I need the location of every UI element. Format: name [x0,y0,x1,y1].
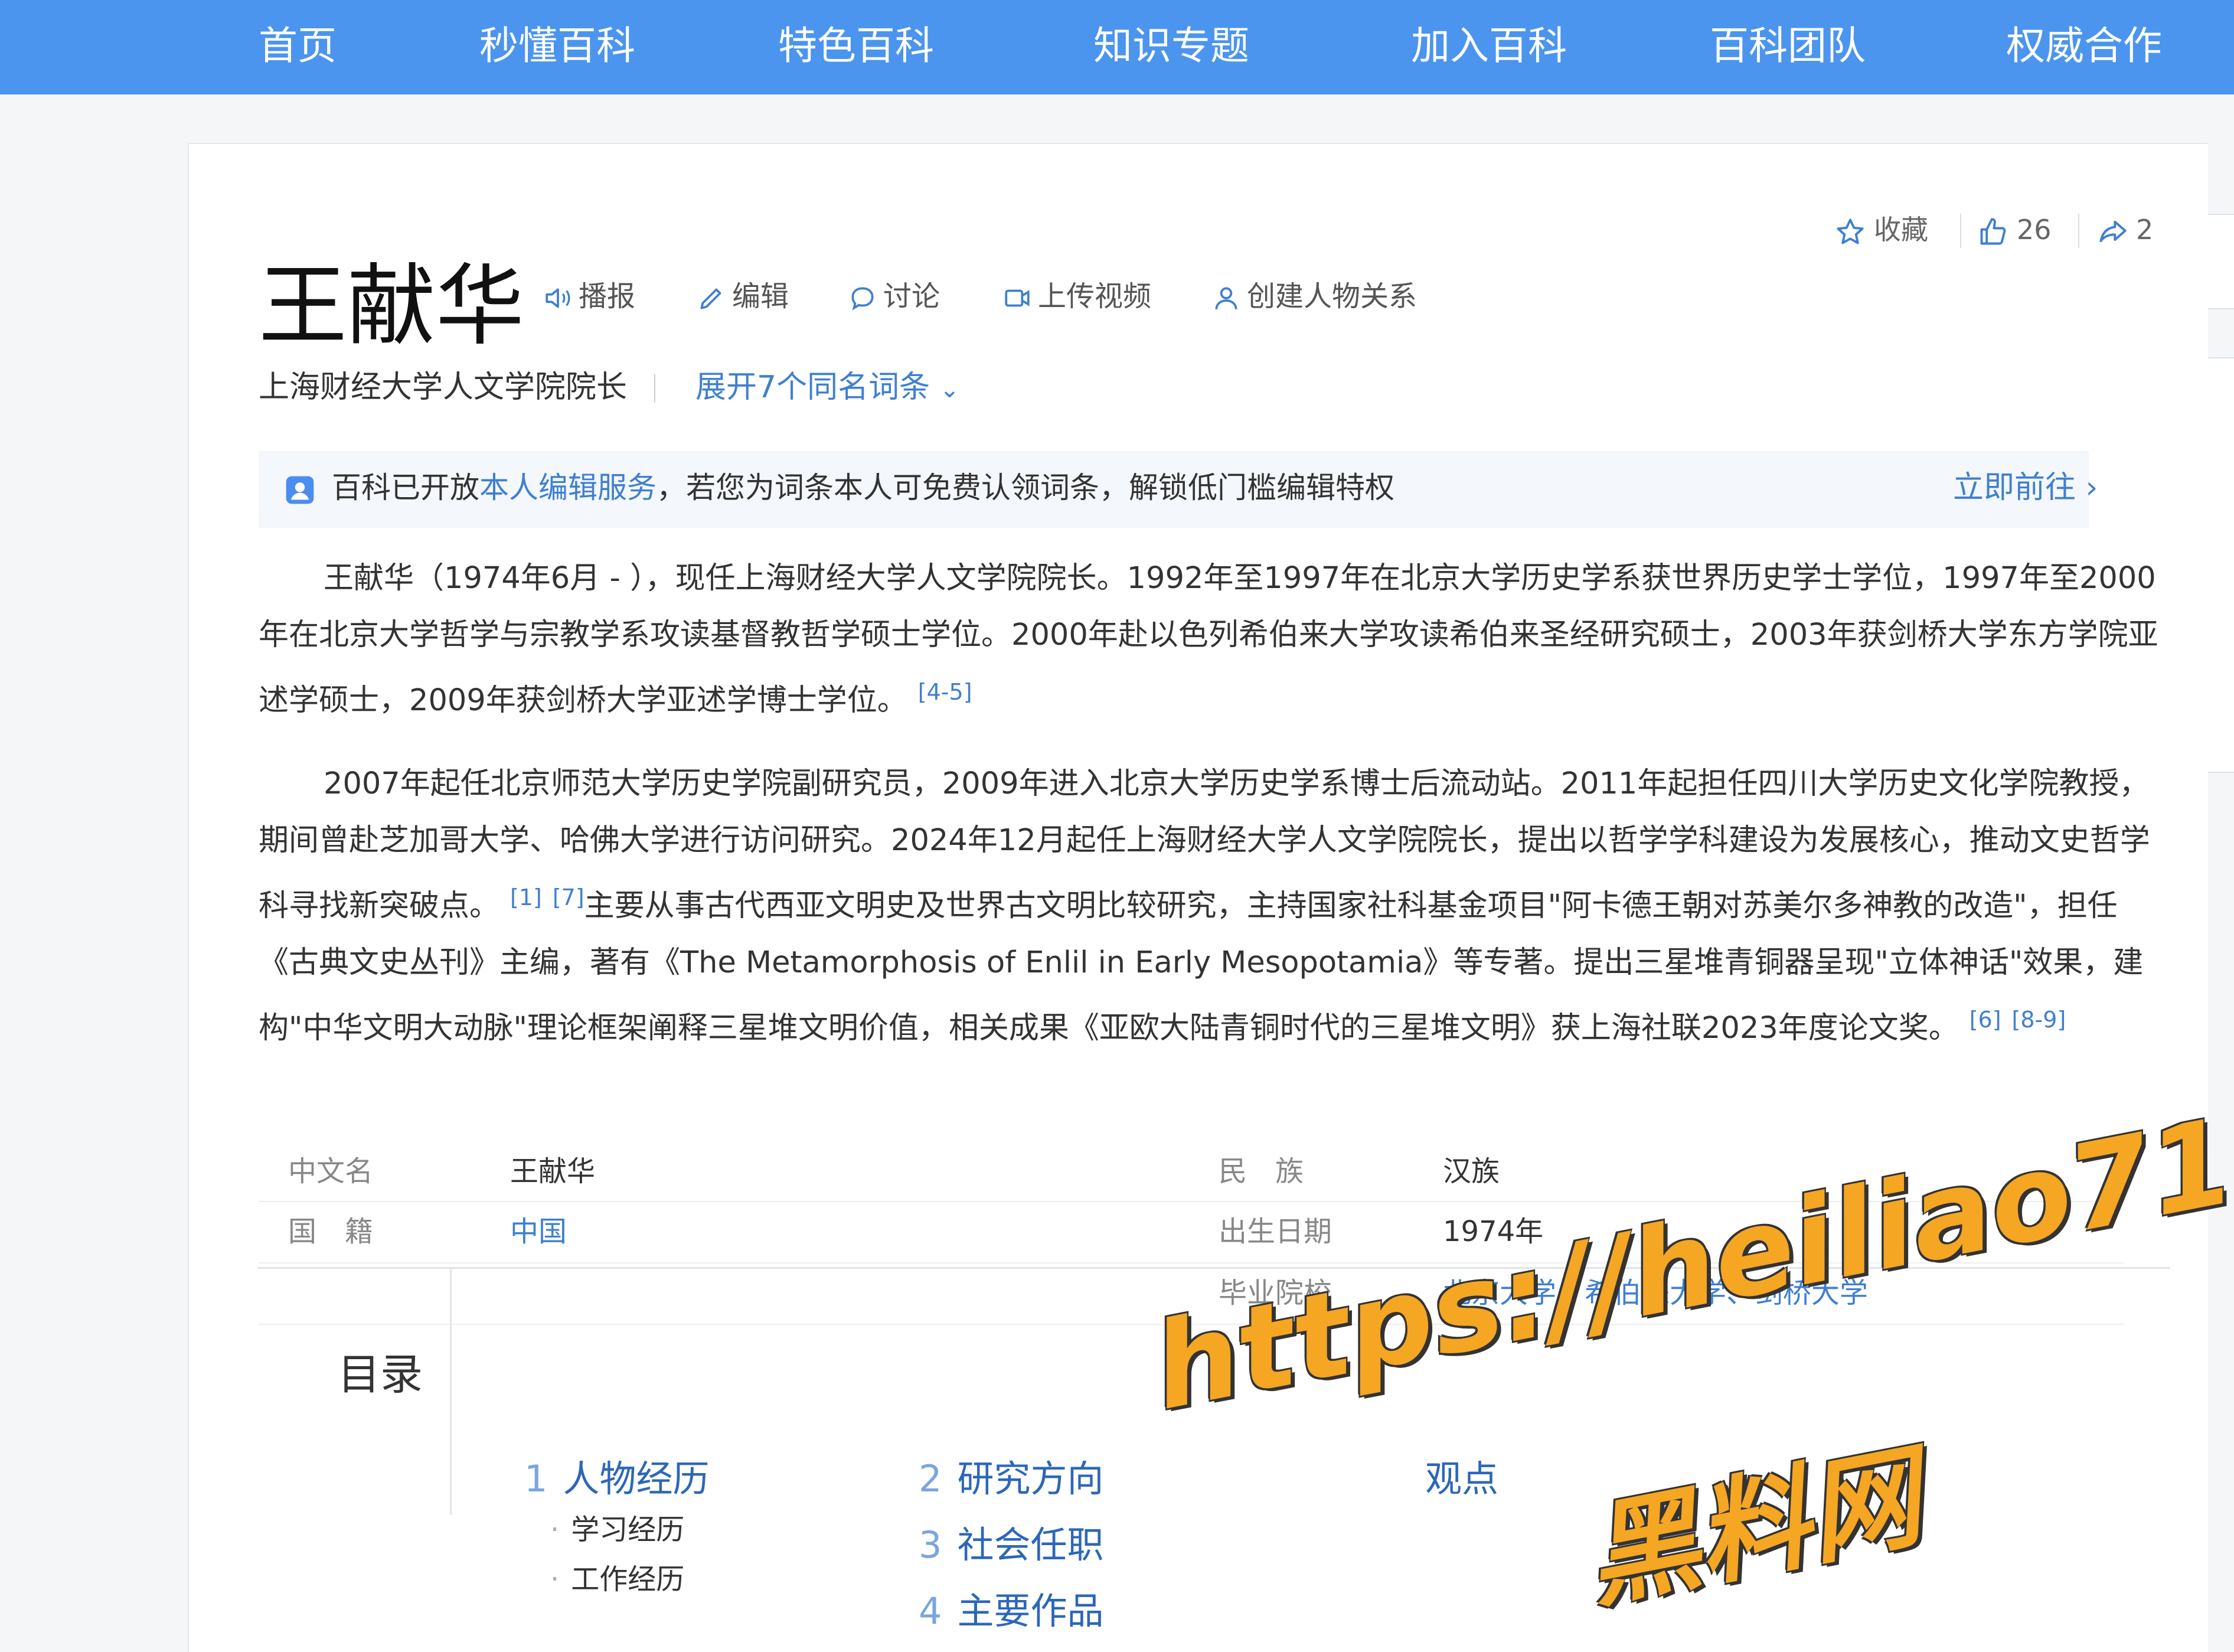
thumbs-up-icon [1980,217,2006,244]
share-icon [2099,220,2127,242]
divider [1960,214,1961,248]
pencil-icon [700,288,721,309]
edit-button[interactable]: 编辑 [697,273,789,320]
toc-sublabel: 工作经历 [571,1563,685,1596]
nav-item-home[interactable]: 首页 [259,17,337,76]
chevron-down-icon: ⌄ [939,376,960,403]
toc-number: 4 [919,1589,942,1633]
share-count: 2 [2136,214,2154,246]
discuss-button[interactable]: 讨论 [848,273,940,320]
toc-label: 社会任职 [957,1523,1104,1566]
info-value-nationality[interactable]: 中国 [510,1208,567,1255]
reference-link[interactable]: [6] [1970,1007,2001,1033]
toc-item-views[interactable]: 观点 [1425,1452,1498,1506]
info-label-birth-date: 出生日期 [1219,1215,1332,1248]
page-title: 王献华 [259,255,525,358]
toc-sublabel: 学习经历 [571,1513,685,1546]
toc-label: 人物经历 [563,1457,710,1500]
speaker-icon [546,288,570,308]
summary-paragraph-1: 王献华（1974年6月 - ），现任上海财经大学人文学院院长。1992年至199… [259,550,2171,729]
nav-item-join[interactable]: 加入百科 [1411,17,1567,76]
toc-item-biography[interactable]: 1 人物经历 [524,1452,709,1506]
expand-homonyms-label: 展开7个同名词条 [695,370,930,405]
toc-item-works[interactable]: 4 主要作品 [919,1585,1103,1638]
reference-link[interactable]: [4-5] [918,679,972,705]
toc-label: 主要作品 [957,1589,1104,1633]
go-now-link[interactable]: 立即前往 › [1953,458,2098,517]
expand-homonyms-link[interactable]: 展开7个同名词条 ⌄ [695,364,959,413]
toc-number: 2 [919,1457,942,1500]
nav-item-cooperation[interactable]: 权威合作 [2006,17,2162,76]
people-icon [1215,287,1237,309]
chat-bubble-icon [851,287,874,311]
info-label-nationality: 国 籍 [288,1215,374,1248]
star-icon [1837,218,1864,244]
top-navigation: 首页 秒懂百科 特色百科 知识专题 加入百科 百科团队 权威合作 [0,0,2234,94]
reference-link[interactable]: [7] [553,884,584,910]
toc-label: 观点 [1425,1457,1499,1500]
collect-button[interactable]: 收藏 [1835,206,1928,253]
divider [2078,214,2079,248]
video-icon [1005,289,1030,307]
notice-suffix: ，若您为词条本人可免费认领词条，解锁低门槛编辑特权 [657,471,1394,505]
reference-link[interactable]: [8-9] [2012,1007,2066,1033]
nav-item-featured[interactable]: 特色百科 [778,17,934,76]
info-label-chinese-name: 中文名 [288,1155,374,1188]
collect-label: 收藏 [1874,214,1928,246]
like-count: 26 [2017,214,2052,246]
like-button[interactable]: 26 [1978,206,2052,253]
toc-heading: 目录 [338,1350,423,1399]
discuss-label: 讨论 [883,280,940,313]
user-badge-icon [286,476,314,504]
toc-item-research[interactable]: 2 研究方向 [919,1452,1103,1506]
info-value-ethnicity: 汉族 [1443,1155,1500,1188]
summary-paragraph-2-continued: 主要从事古代西亚文明史及世界古文明比较研究，主持国家社科基金项目"阿卡德王朝对苏… [259,889,2144,1046]
toc-number: 1 [524,1457,548,1500]
toc-label: 研究方向 [957,1457,1104,1500]
reference-link[interactable]: [1] [510,884,542,910]
notice-prefix: 百科已开放 [332,471,479,505]
nav-item-video-baike[interactable]: 秒懂百科 [479,17,635,76]
broadcast-button[interactable]: 播报 [543,273,635,320]
upload-video-button[interactable]: 上传视频 [1002,273,1151,320]
info-label-ethnicity: 民 族 [1219,1155,1304,1188]
create-relation-label: 创建人物关系 [1247,280,1418,313]
self-edit-service-link[interactable]: 本人编辑服务 [479,471,657,505]
nav-item-topics[interactable]: 知识专题 [1093,17,1249,76]
toc-item-positions[interactable]: 3 社会任职 [919,1519,1103,1572]
info-value-chinese-name: 王献华 [510,1155,596,1188]
broadcast-label: 播报 [579,280,636,313]
nav-item-team[interactable]: 百科团队 [1710,17,1866,76]
upload-video-label: 上传视频 [1038,280,1152,313]
toc-number: 3 [919,1523,942,1566]
create-relation-button[interactable]: 创建人物关系 [1211,273,1417,320]
divider [654,374,655,403]
entry-subtitle: 上海财经大学人文学院院长 [259,370,628,405]
edit-label: 编辑 [732,280,789,313]
share-button[interactable]: 2 [2097,206,2153,253]
toc-divider [450,1267,452,1515]
summary-paragraph-1-text: 王献华（1974年6月 - ），现任上海财经大学人文学院院长。1992年至199… [259,561,2158,718]
toc-subitem-education[interactable]: · 学习经历 [550,1509,684,1550]
summary-paragraph-2: 2007年起任北京师范大学历史学院副研究员，2009年进入北京大学历史学系博士后… [259,756,2171,1057]
notice-text: 百科已开放本人编辑服务，若您为词条本人可免费认领词条，解锁低门槛编辑特权 [332,458,1394,517]
toc-subitem-work[interactable]: · 工作经历 [550,1559,684,1600]
